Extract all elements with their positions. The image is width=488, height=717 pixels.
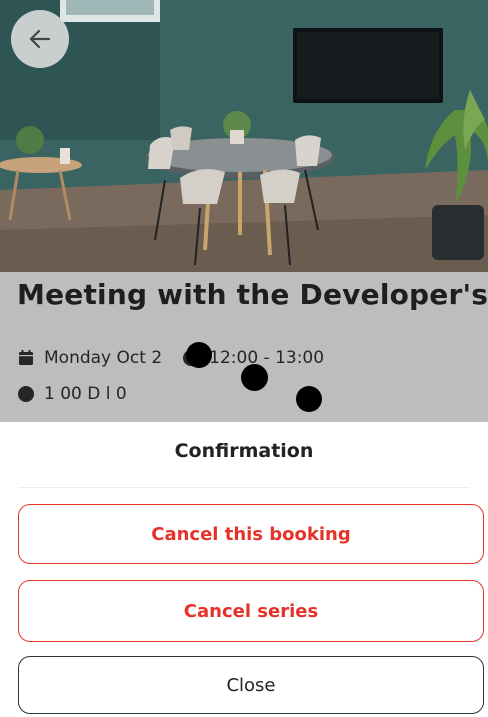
confirmation-sheet: Confirmation Cancel this booking Cancel … bbox=[0, 422, 488, 717]
event-time: 12:00 - 13:00 bbox=[209, 348, 325, 368]
redaction-dot bbox=[296, 386, 322, 412]
redaction-dot bbox=[241, 364, 268, 391]
redaction-dot bbox=[186, 342, 212, 368]
back-button[interactable] bbox=[11, 10, 69, 68]
event-title: Meeting with the Developer's ... bbox=[17, 278, 488, 311]
calendar-icon bbox=[19, 350, 33, 365]
arrow-left-icon bbox=[29, 29, 51, 49]
cancel-booking-button[interactable]: Cancel this booking bbox=[18, 504, 484, 564]
close-button[interactable]: Close bbox=[18, 656, 484, 714]
location-icon bbox=[18, 386, 34, 402]
event-datetime-row: Monday Oct 2 12:00 - 13:00 bbox=[17, 346, 324, 370]
divider bbox=[18, 487, 470, 488]
event-location-row: 1 00 D l 0 bbox=[17, 384, 127, 404]
cancel-series-button[interactable]: Cancel series bbox=[18, 580, 484, 642]
sheet-title: Confirmation bbox=[174, 440, 314, 462]
event-date: Monday Oct 2 bbox=[44, 348, 163, 368]
event-location: 1 00 D l 0 bbox=[44, 384, 127, 404]
room-illustration bbox=[0, 0, 488, 282]
room-photo bbox=[0, 0, 488, 282]
event-info-panel: Meeting with the Developer's ... Monday … bbox=[0, 272, 488, 422]
